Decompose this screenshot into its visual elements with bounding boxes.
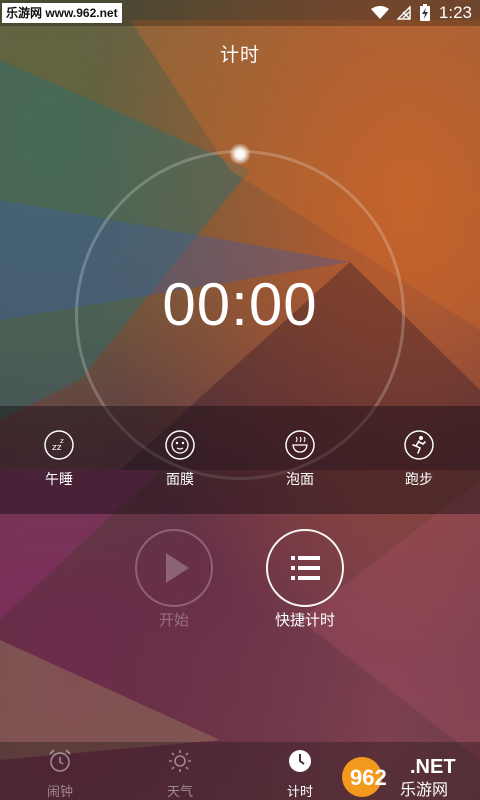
preset-label: 面膜 bbox=[166, 471, 194, 487]
nav-label: 闹钟 bbox=[46, 784, 73, 799]
play-icon bbox=[166, 553, 189, 583]
start-button[interactable] bbox=[135, 529, 213, 607]
list-icon bbox=[291, 556, 320, 580]
svg-text:.NET: .NET bbox=[410, 756, 456, 778]
wifi-icon bbox=[370, 6, 389, 19]
sun-icon bbox=[169, 750, 191, 772]
start-label: 开始 bbox=[158, 612, 189, 629]
timer-screen: 乐游网 www.962.net 1:23 计时 00:00 zz z 午睡 面膜… bbox=[0, 0, 480, 800]
preset-label: 午睡 bbox=[45, 471, 73, 487]
preset-nap-button[interactable]: zz z 午睡 bbox=[19, 430, 99, 489]
preset-face-mask-button[interactable]: 面膜 bbox=[140, 430, 220, 489]
nav-label: 计时 bbox=[286, 784, 313, 799]
site-logo: 962 .NET 乐游网 bbox=[342, 756, 456, 799]
nav-item-weather[interactable]: 天气 bbox=[140, 748, 220, 800]
nav-label: 天气 bbox=[166, 784, 193, 799]
nav-item-timer[interactable]: 计时 bbox=[260, 748, 340, 800]
battery-charging-icon bbox=[419, 4, 430, 21]
svg-text:z: z bbox=[60, 437, 64, 445]
preset-label: 泡面 bbox=[286, 471, 314, 487]
timer-display: 00:00 bbox=[162, 271, 318, 338]
noodle-bowl-icon bbox=[285, 430, 315, 460]
status-time: 1:23 bbox=[438, 3, 472, 22]
quick-timer-label: 快捷计时 bbox=[274, 612, 335, 629]
timer-icon bbox=[289, 750, 311, 772]
preset-noodle-button[interactable]: 泡面 bbox=[260, 430, 340, 489]
running-icon bbox=[404, 430, 434, 460]
preset-label: 跑步 bbox=[405, 471, 433, 487]
page-title: 计时 bbox=[219, 45, 260, 66]
preset-running-button[interactable]: 跑步 bbox=[379, 430, 459, 489]
status-icons: 1:23 bbox=[370, 2, 472, 24]
watermark-text: 乐游网 www.962.net bbox=[2, 3, 122, 23]
svg-text:乐游网: 乐游网 bbox=[400, 780, 448, 799]
no-signal-icon bbox=[396, 6, 411, 20]
status-bar: 乐游网 www.962.net 1:23 bbox=[0, 0, 480, 26]
face-mask-icon bbox=[165, 430, 195, 460]
nap-icon: zz z bbox=[44, 430, 74, 460]
timer-ring-indicator bbox=[229, 143, 251, 165]
svg-text:962: 962 bbox=[350, 765, 387, 790]
nav-item-alarm[interactable]: 闹钟 bbox=[20, 748, 100, 800]
quick-timer-button[interactable] bbox=[266, 529, 344, 607]
alarm-clock-icon bbox=[49, 749, 71, 772]
